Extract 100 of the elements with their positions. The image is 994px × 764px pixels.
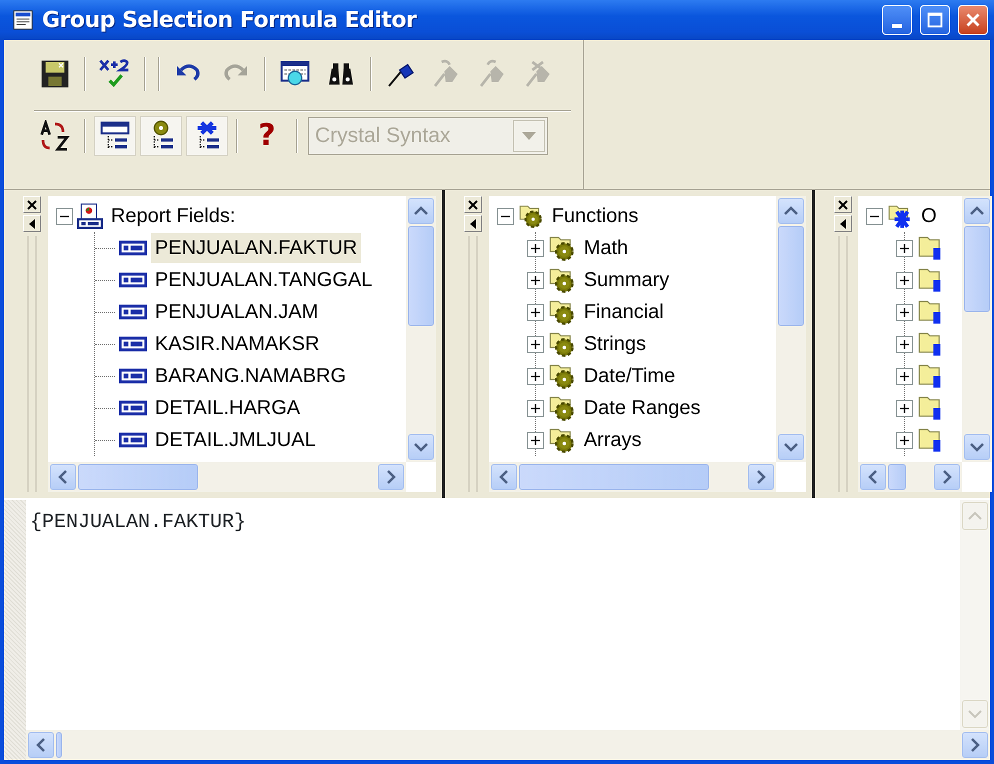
minimize-button[interactable]	[882, 5, 912, 35]
close-icon	[468, 200, 478, 210]
expand-toggle[interactable]	[526, 272, 544, 288]
scroll-thumb[interactable]	[56, 732, 62, 758]
tree-item[interactable]: Date Ranges	[580, 393, 704, 423]
expand-toggle[interactable]	[896, 304, 914, 320]
scroll-left-button[interactable]	[860, 464, 886, 490]
expand-toggle[interactable]	[526, 400, 544, 416]
expand-toggle[interactable]	[896, 336, 914, 352]
save-icon	[39, 58, 71, 90]
tree-item[interactable]: O	[917, 201, 941, 231]
expand-toggle[interactable]	[526, 336, 544, 352]
scroll-down-button[interactable]	[408, 434, 434, 460]
expand-toggle[interactable]	[526, 432, 544, 448]
tree-item[interactable]: Arrays	[580, 425, 646, 455]
plus-icon	[899, 434, 910, 446]
expand-toggle[interactable]	[896, 368, 914, 384]
expand-toggle[interactable]	[896, 240, 914, 256]
tree-item[interactable]: Summary	[580, 265, 674, 295]
horizontal-scrollbar[interactable]	[26, 730, 990, 760]
expand-toggle[interactable]	[526, 368, 544, 384]
plus-icon	[530, 242, 541, 254]
scroll-right-button[interactable]	[748, 464, 774, 490]
plus-icon	[899, 274, 910, 286]
close-icon	[26, 200, 37, 210]
expand-toggle[interactable]	[896, 400, 914, 416]
scroll-right-button[interactable]	[934, 464, 960, 490]
close-pane-button[interactable]	[464, 196, 482, 213]
plus-icon	[899, 402, 910, 414]
tree-item[interactable]: PENJUALAN.FAKTUR	[150, 233, 362, 263]
scroll-up-button[interactable]	[964, 198, 990, 224]
tree-item[interactable]: Report Fields:	[106, 201, 240, 231]
scroll-thumb[interactable]	[518, 464, 709, 490]
tree-item[interactable]: KASIR.NAMAKSR	[150, 329, 324, 359]
collapse-pane-button[interactable]	[834, 215, 852, 232]
plus-icon	[899, 306, 910, 318]
tree-item[interactable]: PENJUALAN.JAM	[150, 297, 322, 327]
left-arrow-icon	[28, 218, 35, 228]
gear-folder-icon	[548, 394, 576, 422]
help-button[interactable]: ?	[246, 116, 288, 156]
expand-toggle[interactable]	[896, 432, 914, 448]
scroll-up-button[interactable]	[408, 198, 434, 224]
scroll-thumb[interactable]	[778, 226, 804, 326]
tree-item[interactable]: PENJUALAN.TANGGAL	[150, 265, 376, 295]
functions-view-button[interactable]	[140, 116, 182, 156]
plus-icon	[899, 370, 910, 382]
collapse-toggle[interactable]	[496, 208, 514, 224]
gear-folder-icon	[518, 203, 544, 229]
expand-toggle[interactable]	[896, 272, 914, 288]
scroll-left-button[interactable]	[490, 464, 517, 490]
check-formula-icon	[99, 58, 131, 90]
close-button[interactable]	[958, 5, 988, 35]
horizontal-scrollbar[interactable]	[858, 462, 962, 492]
scroll-down-button[interactable]	[964, 434, 990, 460]
horizontal-scrollbar[interactable]	[48, 462, 406, 492]
plus-icon	[899, 338, 910, 350]
tree-item[interactable]: Functions	[548, 201, 642, 231]
tree-item[interactable]: DETAIL.HARGA	[150, 393, 304, 423]
tree-item[interactable]: BARANG.NAMABRG	[150, 361, 350, 391]
tree-item[interactable]: Date/Time	[580, 361, 680, 391]
gear-folder-icon	[548, 330, 576, 358]
scroll-left-button[interactable]	[50, 464, 76, 490]
gear-folder-icon	[548, 266, 576, 294]
scroll-right-button[interactable]	[378, 464, 404, 490]
scroll-up-button[interactable]	[778, 198, 804, 224]
vertical-scrollbar[interactable]	[776, 196, 806, 462]
field-tree-icon	[99, 120, 131, 152]
collapse-toggle[interactable]	[56, 208, 73, 224]
scroll-down-button[interactable]	[778, 434, 804, 460]
operators-view-button[interactable]	[186, 116, 228, 156]
tree-item[interactable]: Strings	[580, 329, 650, 359]
fields-view-button[interactable]	[94, 116, 136, 156]
close-pane-button[interactable]	[834, 196, 852, 213]
scroll-thumb[interactable]	[888, 464, 906, 490]
collapse-pane-button[interactable]	[464, 215, 482, 232]
gear-folder-icon	[548, 298, 576, 326]
horizontal-scrollbar[interactable]	[488, 462, 776, 492]
plus-icon	[530, 402, 541, 414]
collapse-pane-button[interactable]	[22, 215, 41, 232]
caret-icon	[513, 120, 545, 152]
gear-folder-icon	[548, 234, 576, 262]
tree-item[interactable]: Math	[580, 233, 632, 263]
scroll-left-button[interactable]	[28, 732, 54, 758]
tree-item[interactable]: Financial	[580, 297, 668, 327]
scroll-right-button[interactable]	[962, 732, 988, 758]
expand-toggle[interactable]	[526, 304, 544, 320]
expand-toggle[interactable]	[526, 240, 544, 256]
scroll-thumb[interactable]	[78, 464, 198, 490]
vertical-scrollbar[interactable]	[962, 196, 992, 462]
left-arrow-icon	[840, 218, 846, 228]
close-icon	[838, 200, 848, 210]
tree-item[interactable]: DETAIL.JMLJUAL	[150, 425, 320, 455]
vertical-scrollbar[interactable]	[406, 196, 436, 462]
close-pane-button[interactable]	[22, 196, 41, 213]
collapse-toggle[interactable]	[866, 208, 884, 224]
maximize-button[interactable]	[920, 5, 950, 35]
scroll-thumb[interactable]	[964, 226, 990, 312]
left-arrow-icon	[470, 218, 476, 228]
scroll-thumb[interactable]	[408, 226, 434, 326]
plus-icon	[530, 370, 541, 382]
